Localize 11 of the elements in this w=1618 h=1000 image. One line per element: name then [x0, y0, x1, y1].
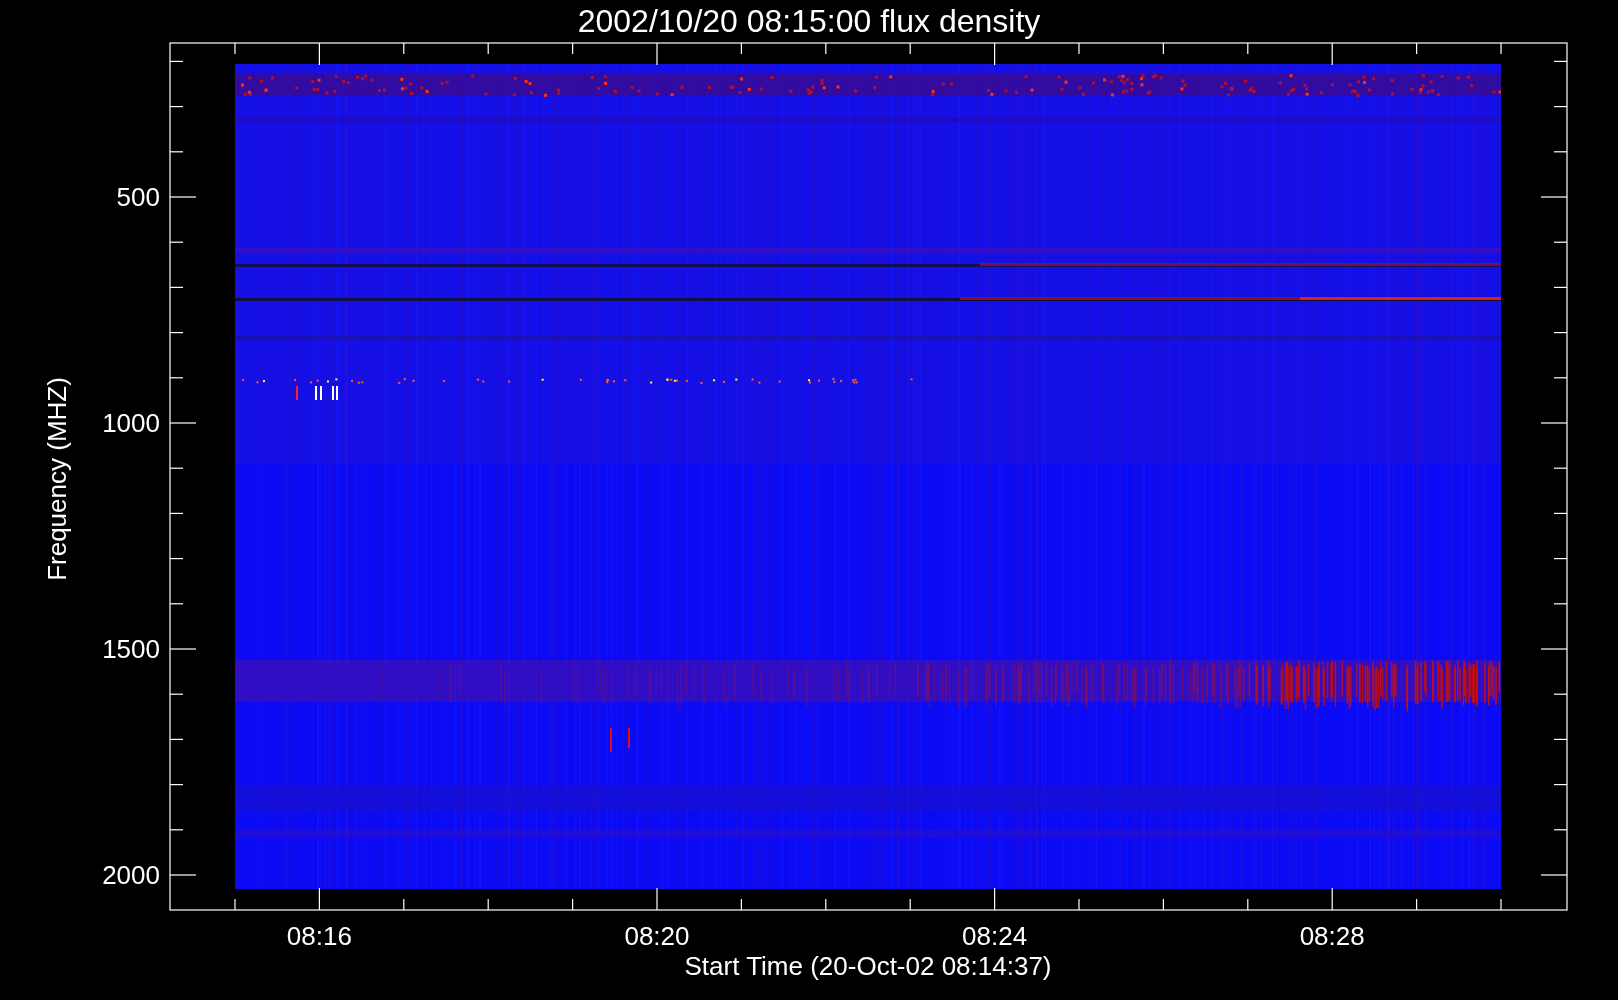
tick-label: 08:24 — [962, 921, 1028, 951]
tick-label: 2000 — [102, 860, 160, 890]
tick-label: 1000 — [102, 408, 160, 438]
tick-label: 08:28 — [1299, 921, 1365, 951]
tick-label: 08:20 — [624, 921, 690, 951]
tick-label: 1500 — [102, 634, 160, 664]
axis-title: Frequency (MHZ) — [42, 377, 72, 581]
tick-label: 08:16 — [286, 921, 352, 951]
plot-title: 2002/10/20 08:15:00 flux density — [577, 3, 1041, 39]
tick-label: 500 — [116, 182, 160, 212]
axis-title: Start Time (20-Oct-02 08:14:37) — [684, 951, 1052, 981]
